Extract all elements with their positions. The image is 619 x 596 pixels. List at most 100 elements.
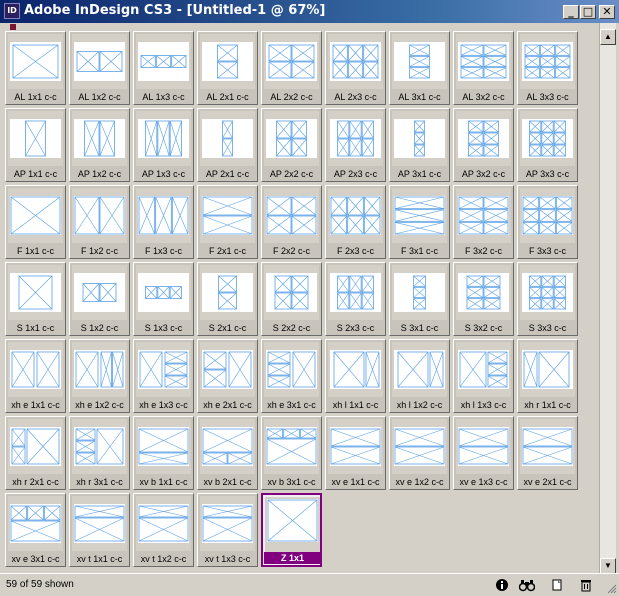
library-item[interactable]: xh r 2x1 c-c (5, 416, 66, 490)
trash-icon[interactable] (578, 578, 594, 592)
library-item[interactable]: Z 1x1 (261, 493, 322, 567)
library-item[interactable]: S 3x2 c-c (453, 262, 514, 336)
library-item-label: AL 3x2 c-c (462, 92, 505, 102)
library-item[interactable]: AL 3x2 c-c (453, 31, 514, 105)
library-item[interactable]: AP 2x1 c-c (197, 108, 258, 182)
library-item-thumbnail (456, 188, 511, 243)
frame-layout-icon (330, 119, 381, 158)
library-item[interactable]: xv b 3x1 c-c (261, 416, 322, 490)
library-item[interactable]: xh l 1x1 c-c (325, 339, 386, 413)
library-item[interactable]: S 1x1 c-c (5, 262, 66, 336)
library-item[interactable]: xv e 2x1 c-c (517, 416, 578, 490)
library-item[interactable]: xh e 1x1 c-c (5, 339, 66, 413)
library-item[interactable]: S 1x3 c-c (133, 262, 194, 336)
library-item[interactable]: F 2x2 c-c (261, 185, 322, 259)
library-item[interactable]: AL 1x3 c-c (133, 31, 194, 105)
library-item-label: AL 1x3 c-c (142, 92, 185, 102)
new-item-icon[interactable] (549, 578, 565, 592)
library-item[interactable]: AL 1x1 c-c (5, 31, 66, 105)
library-item[interactable]: F 3x3 c-c (517, 185, 578, 259)
library-item[interactable]: AL 3x3 c-c (517, 31, 578, 105)
library-item-label: S 2x3 c-c (336, 323, 375, 333)
library-item[interactable]: xh e 1x3 c-c (133, 339, 194, 413)
library-item[interactable]: S 2x1 c-c (197, 262, 258, 336)
library-item[interactable]: AL 2x3 c-c (325, 31, 386, 105)
library-item[interactable]: AP 2x2 c-c (261, 108, 322, 182)
library-item[interactable]: xh l 1x3 c-c (453, 339, 514, 413)
library-item[interactable]: xh e 3x1 c-c (261, 339, 322, 413)
library-item[interactable]: xv e 1x1 c-c (325, 416, 386, 490)
library-item-label: xv e 1x3 c-c (459, 477, 508, 487)
library-item-label: xh r 1x1 c-c (524, 400, 571, 410)
library-item[interactable]: S 3x1 c-c (389, 262, 450, 336)
library-item[interactable]: F 3x1 c-c (389, 185, 450, 259)
maximize-button[interactable]: □ (580, 5, 596, 19)
library-item[interactable]: xh e 2x1 c-c (197, 339, 258, 413)
minimize-button[interactable]: _ (563, 5, 579, 19)
library-item[interactable]: F 3x2 c-c (453, 185, 514, 259)
library-item-thumbnail (72, 265, 127, 320)
library-item[interactable]: AP 1x2 c-c (69, 108, 130, 182)
binoculars-icon[interactable] (518, 578, 536, 592)
library-item[interactable]: xv b 2x1 c-c (197, 416, 258, 490)
library-item[interactable]: xh r 3x1 c-c (69, 416, 130, 490)
library-item[interactable]: S 2x2 c-c (261, 262, 322, 336)
library-item[interactable]: xv e 3x1 c-c (5, 493, 66, 567)
library-item[interactable]: xv t 1x3 c-c (197, 493, 258, 567)
library-item[interactable]: F 1x1 c-c (5, 185, 66, 259)
library-item[interactable]: S 1x2 c-c (69, 262, 130, 336)
library-item[interactable]: AP 1x1 c-c (5, 108, 66, 182)
library-item-thumbnail (392, 111, 447, 166)
library-item[interactable]: AL 1x2 c-c (69, 31, 130, 105)
close-button[interactable]: ✕ (599, 5, 615, 19)
library-item-label: AL 3x3 c-c (526, 92, 569, 102)
library-item-label: xh e 2x1 c-c (203, 400, 252, 410)
library-item[interactable]: F 1x2 c-c (69, 185, 130, 259)
library-item[interactable]: F 2x1 c-c (197, 185, 258, 259)
library-item[interactable]: AP 3x1 c-c (389, 108, 450, 182)
library-item-thumbnail (328, 34, 383, 89)
library-item[interactable]: AL 2x2 c-c (261, 31, 322, 105)
library-item-label: xh r 3x1 c-c (76, 477, 123, 487)
scroll-up-button[interactable]: ▲ (600, 29, 616, 45)
library-item-label: xh e 1x3 c-c (139, 400, 188, 410)
frame-layout-icon (394, 42, 445, 81)
frame-layout-icon (522, 42, 573, 81)
library-item[interactable]: S 2x3 c-c (325, 262, 386, 336)
library-item[interactable]: AP 1x3 c-c (133, 108, 194, 182)
resize-grip-icon[interactable] (607, 584, 617, 594)
library-item-label: S 1x2 c-c (80, 323, 119, 333)
indesign-app-icon[interactable]: ID (4, 3, 20, 19)
library-item-label: F 1x3 c-c (144, 246, 182, 256)
library-item[interactable]: AP 3x3 c-c (517, 108, 578, 182)
library-item[interactable]: AP 3x2 c-c (453, 108, 514, 182)
library-item[interactable]: AL 3x1 c-c (389, 31, 450, 105)
library-item-label: xh e 1x1 c-c (11, 400, 60, 410)
info-icon[interactable] (494, 578, 510, 592)
items-shown-count: 59 of 59 shown (6, 579, 74, 590)
library-item-thumbnail (264, 34, 319, 89)
library-item[interactable]: xv b 1x1 c-c (133, 416, 194, 490)
library-item[interactable]: xh r 1x1 c-c (517, 339, 578, 413)
library-item-label: xh l 1x1 c-c (332, 400, 379, 410)
library-item[interactable]: xv e 1x2 c-c (389, 416, 450, 490)
frame-layout-icon (74, 196, 125, 235)
title-bar[interactable]: ID Adobe InDesign CS3 - [Untitled-1 @ 67… (0, 0, 619, 23)
library-item-label: S 3x3 c-c (528, 323, 567, 333)
library-item-label: S 2x1 c-c (208, 323, 247, 333)
library-item[interactable]: xh l 1x2 c-c (389, 339, 450, 413)
library-item[interactable]: xv t 1x1 c-c (69, 493, 130, 567)
library-item[interactable]: S 3x3 c-c (517, 262, 578, 336)
library-item-label: AP 1x1 c-c (13, 169, 58, 179)
library-item[interactable]: AL 2x1 c-c (197, 31, 258, 105)
library-item[interactable]: xv t 1x2 c-c (133, 493, 194, 567)
library-item-label: xv e 2x1 c-c (523, 477, 572, 487)
library-item[interactable]: AP 2x3 c-c (325, 108, 386, 182)
library-item[interactable]: xh e 1x2 c-c (69, 339, 130, 413)
library-item[interactable]: F 1x3 c-c (133, 185, 194, 259)
library-item[interactable]: xv e 1x3 c-c (453, 416, 514, 490)
vertical-scrollbar[interactable]: ▲ ▼ (599, 23, 616, 577)
library-item-thumbnail (392, 265, 447, 320)
scroll-down-button[interactable]: ▼ (600, 558, 616, 574)
library-item[interactable]: F 2x3 c-c (325, 185, 386, 259)
